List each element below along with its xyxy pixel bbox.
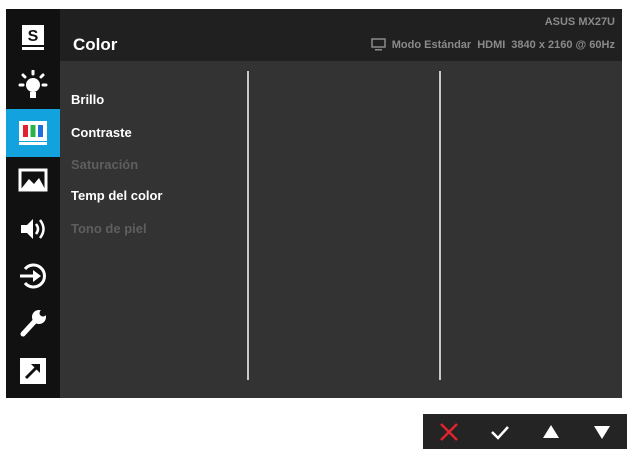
- sidebar-item-brightness[interactable]: [6, 62, 60, 110]
- sidebar-item-splendid[interactable]: S: [6, 14, 60, 62]
- sidebar-item-system-setup[interactable]: [6, 299, 60, 347]
- sidebar-item-shortcut[interactable]: [6, 347, 60, 395]
- page-title: Color: [73, 35, 118, 54]
- brightness-icon: [18, 70, 48, 98]
- header: Color ASUS MX27U Modo Estándar HDMI 3840…: [60, 9, 622, 61]
- confirm-key[interactable]: [484, 419, 516, 445]
- sound-icon: [21, 219, 45, 239]
- menu-item-contraste[interactable]: Contraste: [71, 125, 132, 140]
- menu-item-brillo[interactable]: Brillo: [71, 92, 104, 107]
- splendid-icon: S: [22, 25, 44, 50]
- color-icon: [19, 121, 47, 145]
- shortcut-icon: [20, 358, 46, 384]
- up-key[interactable]: [535, 419, 567, 445]
- close-icon: [439, 422, 458, 441]
- arrow-up-icon: [542, 424, 559, 438]
- status-resolution: 3840 x 2160 @ 60Hz: [511, 38, 615, 51]
- key-guide-bar: [423, 414, 627, 449]
- content-area: Brillo Contraste Saturación Temp del col…: [60, 61, 622, 398]
- status-input: HDMI: [477, 38, 506, 51]
- down-key[interactable]: [586, 419, 618, 445]
- column-divider: [247, 71, 249, 380]
- sidebar: S: [6, 9, 60, 398]
- sidebar-item-sound[interactable]: [6, 205, 60, 253]
- menu-item-temp-del-color[interactable]: Temp del color: [71, 188, 163, 203]
- model-name: ASUS MX27U: [544, 16, 615, 28]
- image-icon: [18, 168, 48, 192]
- splendid-letter: S: [28, 28, 39, 45]
- sidebar-item-input-select[interactable]: [6, 252, 60, 300]
- menu-item-tono-de-piel: Tono de piel: [71, 221, 147, 236]
- osd-panel: S Color ASUS MX27U Modo Estándar HDMI 38…: [6, 9, 622, 398]
- menu-item-saturacion: Saturación: [71, 157, 139, 172]
- sidebar-item-image[interactable]: [6, 157, 60, 205]
- sidebar-item-color[interactable]: [6, 109, 60, 157]
- column-divider: [439, 71, 441, 380]
- system-setup-icon: [20, 309, 47, 337]
- input-select-icon: [20, 263, 46, 289]
- monitor-icon: [370, 38, 386, 51]
- close-key[interactable]: [433, 419, 465, 445]
- check-icon: [490, 425, 509, 440]
- arrow-down-icon: [593, 425, 610, 439]
- status-line: Modo Estándar HDMI 3840 x 2160 @ 60Hz: [370, 38, 615, 51]
- status-mode: Modo Estándar: [391, 38, 472, 51]
